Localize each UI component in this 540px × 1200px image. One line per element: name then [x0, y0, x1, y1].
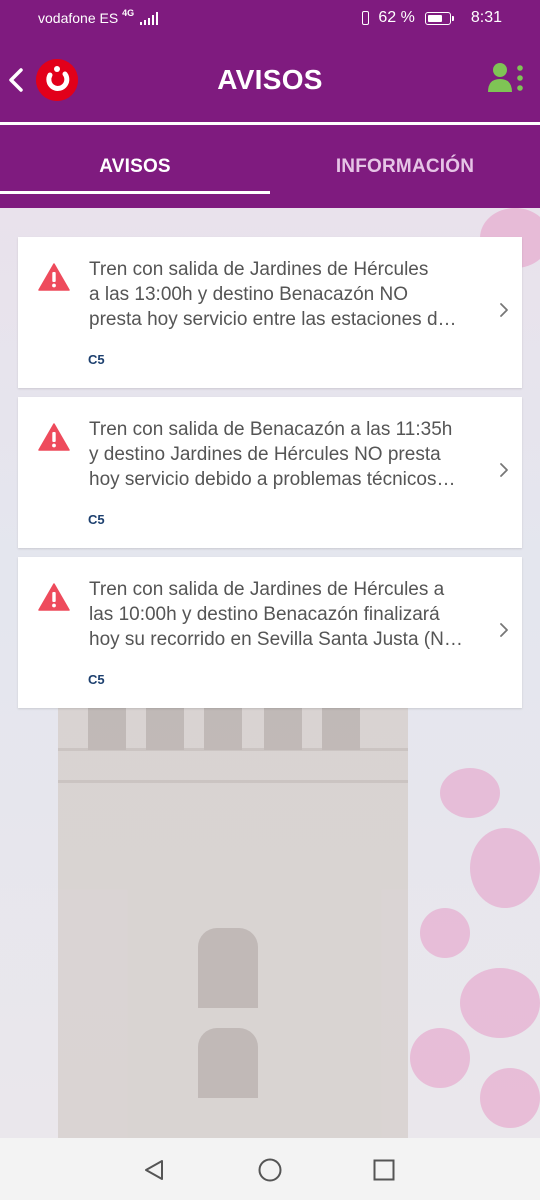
notice-line: hoy su recorrido en Sevilla Santa Justa … [89, 629, 463, 650]
notice-line: Tren con salida de Benacazón a las 11:35… [89, 419, 453, 440]
status-carrier-group: vodafone ES 4G [38, 8, 159, 26]
battery-percent: 62 % [378, 9, 415, 26]
background-tower-image [58, 680, 408, 1138]
user-menu-button[interactable] [486, 60, 526, 96]
chevron-right-icon [500, 303, 508, 317]
nav-back-button[interactable] [142, 1158, 166, 1182]
notice-card[interactable]: Tren con salida de Benacazón a las 11:35… [18, 397, 522, 548]
signal-icon [140, 11, 159, 25]
square-recent-icon [373, 1159, 395, 1181]
warning-icon [38, 423, 70, 451]
line-badge: C5 [88, 672, 105, 687]
notice-line: las 10:00h y destino Benacazón finalizar… [89, 604, 440, 625]
nav-recent-button[interactable] [373, 1159, 395, 1181]
line-badge: C5 [88, 352, 105, 367]
warning-icon [38, 583, 70, 611]
clock: 8:31 [470, 9, 502, 26]
notice-text: Tren con salida de Benacazón a las 11:35… [89, 417, 492, 492]
status-system-group: 62 % 8:31 [359, 9, 502, 27]
tab-bar: AVISOS INFORMACIÓN [0, 125, 540, 208]
chevron-right-icon [500, 463, 508, 477]
battery-icon [424, 11, 454, 25]
system-nav-bar [0, 1138, 540, 1200]
status-bar: vodafone ES 4G 62 % 8:31 [0, 0, 540, 38]
circle-home-icon [258, 1158, 282, 1182]
notice-card[interactable]: Tren con salida de Jardines de Hércules … [18, 237, 522, 388]
app-bar: AVISOS [0, 38, 540, 122]
warning-icon [38, 263, 70, 291]
tab-indicator [0, 191, 270, 194]
vibrate-icon [359, 10, 372, 26]
notice-line: presta hoy servicio entre las estaciones… [89, 309, 457, 330]
notice-line: y destino Jardines de Hércules NO presta [89, 444, 441, 465]
notice-line: Tren con salida de Jardines de Hércules … [89, 579, 445, 600]
tab-avisos[interactable]: AVISOS [0, 125, 270, 208]
notice-line: Tren con salida de Jardines de Hércules [89, 259, 429, 280]
notice-card[interactable]: Tren con salida de Jardines de Hércules … [18, 557, 522, 708]
page-title: AVISOS [217, 64, 323, 95]
notice-text: Tren con salida de Jardines de Hércules … [89, 577, 492, 652]
network-type: 4G [122, 8, 135, 18]
carrier-name: vodafone ES [38, 10, 119, 26]
chevron-right-icon [500, 623, 508, 637]
triangle-back-icon [145, 1160, 163, 1180]
notice-line: hoy servicio debido a problemas técnicos… [89, 469, 456, 490]
user-menu-icon [488, 63, 523, 92]
tab-informacion[interactable]: INFORMACIÓN [270, 125, 540, 208]
nav-home-button[interactable] [258, 1158, 282, 1182]
notice-line: a las 13:00h y destino Benacazón NO [89, 284, 408, 305]
notice-text: Tren con salida de Jardines de Hércules … [89, 257, 492, 332]
line-badge: C5 [88, 512, 105, 527]
